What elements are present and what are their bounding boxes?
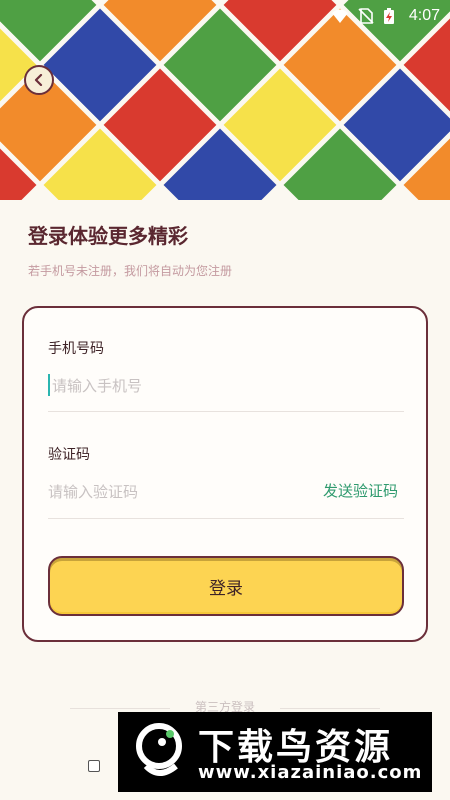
login-button[interactable]: 登录 — [48, 556, 404, 616]
login-card: 手机号码 验证码 发送验证码 登录 — [22, 306, 428, 642]
phone-label: 手机号码 — [48, 341, 104, 357]
text-cursor — [48, 374, 50, 396]
watermark-logo — [130, 722, 188, 782]
no-sim-icon — [357, 7, 375, 25]
page-subtitle: 若手机号未注册，我们将自动为您注册 — [28, 264, 233, 278]
watermark-url: www.xiazainiao.com — [198, 762, 423, 783]
header-pattern — [0, 0, 450, 200]
wifi-icon — [331, 7, 349, 25]
code-input[interactable] — [48, 472, 308, 512]
page-title: 登录体验更多精彩 — [28, 224, 188, 248]
agreement-checkbox[interactable] — [88, 760, 100, 772]
status-bar: 4:07 — [331, 6, 440, 26]
chevron-left-icon — [33, 71, 45, 90]
phone-divider — [48, 411, 404, 412]
send-code-button[interactable]: 发送验证码 — [323, 480, 398, 501]
phone-input[interactable] — [48, 366, 404, 406]
battery-charging-icon — [383, 7, 401, 25]
watermark-banner: 下载鸟资源 www.xiazainiao.com — [118, 712, 432, 792]
back-button[interactable] — [24, 65, 54, 95]
code-label: 验证码 — [48, 447, 90, 463]
code-divider — [48, 518, 404, 519]
status-time: 4:07 — [408, 7, 440, 24]
